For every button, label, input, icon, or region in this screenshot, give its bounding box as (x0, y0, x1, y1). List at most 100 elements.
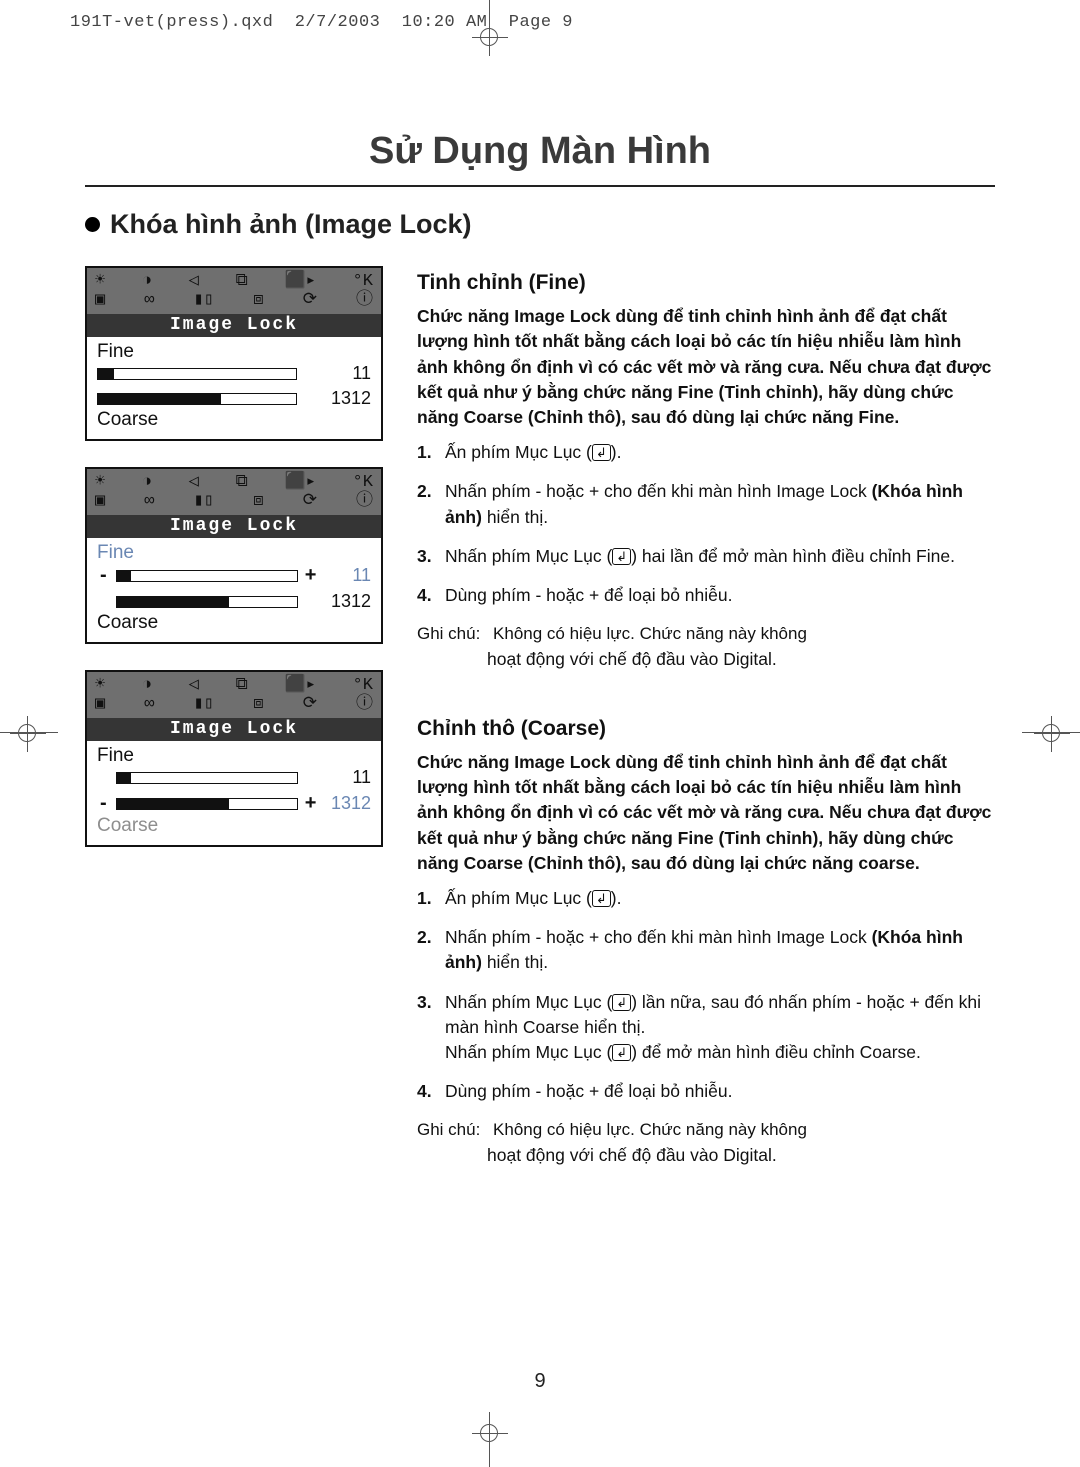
note-text: Không có hiệu lực. Chức năng này không (493, 1118, 807, 1142)
step-number: 2. (417, 479, 437, 529)
coarse-note: Ghi chú: Không có hiệu lực. Chức năng nà… (417, 1118, 995, 1142)
screen-icon: ⧈ (253, 493, 264, 510)
geometry-icon: ▣ (95, 696, 105, 713)
info-icon: ⓘ (356, 292, 373, 309)
loop-icon: ∞ (144, 696, 154, 713)
info-icon: ⓘ (356, 493, 373, 510)
step-text: Ấn phím Mục Lục (↲). (445, 440, 621, 465)
step-number: 4. (417, 1079, 437, 1104)
step-text: Ấn phím Mục Lục (↲). (445, 886, 621, 911)
osd-icon-area: ☀ ◑ ◁ ⧉ ⬛▸ °K ▣ ∞ ▮▯ ⧈ ⟳ ⓘ (87, 469, 381, 515)
enter-key-icon: ↲ (612, 548, 631, 565)
note-label: Ghi chú: (417, 1118, 480, 1142)
enter-key-icon: ↲ (592, 890, 611, 907)
registration-mark-left-icon (10, 716, 46, 752)
page-number: 9 (0, 1370, 1080, 1393)
color-temp-icon: °K (353, 677, 373, 694)
section-heading-text: Khóa hình ảnh (Image Lock) (110, 209, 472, 240)
step-item: 3. Nhấn phím Mục Lục (↲) hai lần để mở m… (417, 544, 995, 569)
osd-panel-fine-selected: ☀ ◑ ◁ ⧉ ⬛▸ °K ▣ ∞ ▮▯ ⧈ ⟳ ⓘ (85, 467, 383, 644)
registration-mark-bottom-icon (472, 1416, 508, 1452)
osd-fine-label: Fine (97, 745, 371, 767)
osd-title: Image Lock (87, 515, 381, 538)
coarse-paragraph: Chức năng Image Lock dùng để tinh chỉnh … (417, 750, 995, 876)
geometry-icon: ▣ (95, 292, 105, 309)
left-column: ☀ ◑ ◁ ⧉ ⬛▸ °K ▣ ∞ ▮▯ ⧈ ⟳ ⓘ (85, 266, 383, 1168)
osd-coarse-value: 1312 (323, 591, 371, 612)
page-title: Sử Dụng Màn Hình (85, 130, 995, 187)
bullet-icon (85, 217, 100, 232)
osd-title: Image Lock (87, 718, 381, 741)
step-text: Nhấn phím Mục Lục (↲) lần nữa, sau đó nh… (445, 990, 995, 1066)
enter-key-icon: ↲ (592, 444, 611, 461)
fine-heading: Tinh chỉnh (Fine) (417, 268, 995, 298)
bars-icon: ▮▯ (193, 493, 213, 510)
osd-fine-bar (97, 368, 297, 380)
osd-coarse-label: Coarse (97, 612, 371, 634)
fine-paragraph: Chức năng Image Lock dùng để tinh chỉnh … (417, 304, 995, 430)
step-number: 1. (417, 886, 437, 911)
right-column: Tinh chỉnh (Fine) Chức năng Image Lock d… (417, 266, 995, 1168)
step-number: 4. (417, 583, 437, 608)
reset-icon: ⟳ (303, 696, 317, 713)
size-icon: ⬛▸ (284, 474, 315, 491)
screen-icon: ⧈ (253, 292, 264, 309)
size-icon: ⬛▸ (284, 273, 315, 290)
crop-bar-icon (489, 0, 490, 55)
screen-icon: ⧈ (253, 696, 264, 713)
contrast-icon: ◑ (142, 677, 152, 694)
step-text: Dùng phím - hoặc + để loại bỏ nhiễu. (445, 583, 733, 608)
step-number: 2. (417, 925, 437, 975)
step-number: 3. (417, 544, 437, 569)
brightness-icon: ☀ (95, 273, 105, 290)
image-lock-icon: ◁ (189, 474, 199, 491)
geometry-icon: ▣ (95, 493, 105, 510)
osd-fine-bar (116, 570, 298, 582)
step-item: 4. Dùng phím - hoặc + để loại bỏ nhiễu. (417, 1079, 995, 1104)
osd-title: Image Lock (87, 314, 381, 337)
osd-coarse-bar (116, 596, 298, 608)
minus-icon: - (97, 792, 110, 815)
osd-coarse-bar (116, 798, 298, 810)
step-item: 1. Ấn phím Mục Lục (↲). (417, 886, 995, 911)
crop-bar-icon (0, 732, 58, 733)
osd-coarse-value: 1312 (323, 388, 371, 409)
brightness-icon: ☀ (95, 474, 105, 491)
loop-icon: ∞ (144, 292, 154, 309)
osd-coarse-label: Coarse (97, 409, 371, 431)
step-text: Nhấn phím - hoặc + cho đến khi màn hình … (445, 925, 995, 975)
registration-mark-right-icon (1034, 716, 1070, 752)
fine-note: Ghi chú: Không có hiệu lực. Chức năng nà… (417, 622, 995, 646)
info-icon: ⓘ (356, 696, 373, 713)
section-heading: Khóa hình ảnh (Image Lock) (85, 209, 995, 240)
step-item: 2. Nhấn phím - hoặc + cho đến khi màn hì… (417, 925, 995, 975)
note-text: Không có hiệu lực. Chức năng này không (493, 622, 807, 646)
reset-icon: ⟳ (303, 292, 317, 309)
step-text: Nhấn phím Mục Lục (↲) hai lần để mở màn … (445, 544, 955, 569)
contrast-icon: ◑ (142, 273, 152, 290)
size-icon: ⬛▸ (284, 677, 315, 694)
reset-icon: ⟳ (303, 493, 317, 510)
plus-icon: + (304, 792, 317, 815)
position-icon: ⧉ (236, 677, 248, 694)
osd-icon-area: ☀ ◑ ◁ ⧉ ⬛▸ °K ▣ ∞ ▮▯ ⧈ ⟳ ⓘ (87, 672, 381, 718)
step-number: 3. (417, 990, 437, 1066)
crop-bar-icon (489, 1412, 490, 1467)
osd-fine-value: 11 (323, 363, 371, 384)
note-text-line2: hoạt động với chế độ đầu vào Digital. (417, 647, 995, 672)
color-temp-icon: °K (353, 273, 373, 290)
note-label: Ghi chú: (417, 622, 480, 646)
bars-icon: ▮▯ (193, 292, 213, 309)
plus-icon: + (304, 564, 317, 587)
position-icon: ⧉ (236, 474, 248, 491)
step-number: 1. (417, 440, 437, 465)
osd-fine-value: 11 (323, 767, 371, 788)
step-item: 2. Nhấn phím - hoặc + cho đến khi màn hì… (417, 479, 995, 529)
brightness-icon: ☀ (95, 677, 105, 694)
osd-coarse-bar (97, 393, 297, 405)
coarse-steps: 1. Ấn phím Mục Lục (↲). 2. Nhấn phím - h… (417, 886, 995, 1104)
osd-panel-default: ☀ ◑ ◁ ⧉ ⬛▸ °K ▣ ∞ ▮▯ ⧈ ⟳ ⓘ (85, 266, 383, 441)
image-lock-icon: ◁ (189, 677, 199, 694)
osd-coarse-value: 1312 (323, 793, 371, 814)
image-lock-icon: ◁ (189, 273, 199, 290)
